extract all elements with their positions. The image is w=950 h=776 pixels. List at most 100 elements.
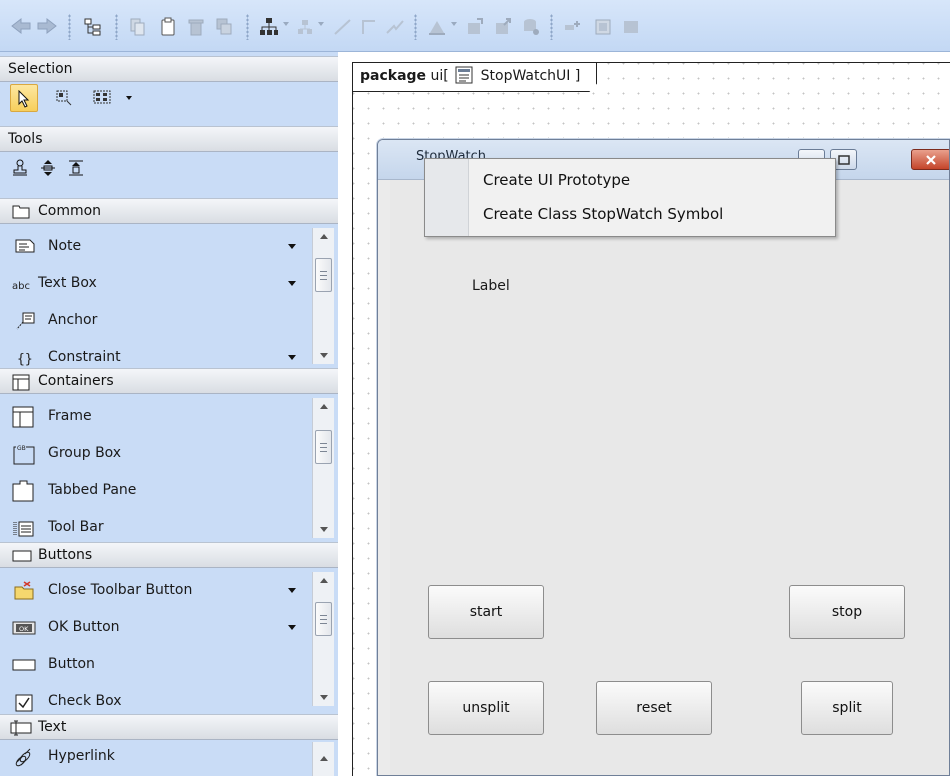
forward-arrow-icon[interactable] [34, 13, 58, 39]
scroll-up-icon[interactable] [320, 404, 328, 409]
align-top-tool[interactable] [62, 154, 90, 182]
tools-section-header[interactable]: Tools [0, 126, 338, 152]
scroll-up-icon[interactable] [320, 756, 328, 761]
marquee-select-icon [56, 90, 72, 106]
clone-icon[interactable] [212, 13, 236, 39]
palette-item-hyperlink[interactable]: Hyperlink [0, 738, 310, 775]
palette-item-label: Check Box [48, 693, 122, 709]
menu-item-create-class-symbol[interactable]: Create Class StopWatch Symbol [483, 205, 723, 223]
scroll-thumb[interactable] [315, 258, 332, 292]
common-section-header[interactable]: Common [0, 198, 338, 224]
palette-panel: Selection Tools Common Note abc Text Box… [0, 52, 338, 776]
palette-item-anchor[interactable]: Anchor [0, 302, 310, 339]
palette-item-frame[interactable]: Frame [0, 398, 310, 435]
dropdown-caret-icon[interactable] [288, 355, 296, 360]
scroll-down-icon[interactable] [320, 695, 328, 700]
toolbar-grip[interactable] [68, 14, 71, 40]
palette-item-close-toolbar-button[interactable]: Close Toolbar Button [0, 572, 310, 609]
common-scrollbar[interactable] [312, 228, 334, 364]
stamp-icon [13, 159, 27, 176]
grid-icon[interactable] [590, 13, 614, 39]
export-icon[interactable] [490, 13, 514, 39]
zigzag-line-icon[interactable] [382, 13, 406, 39]
delete-icon[interactable] [184, 13, 208, 39]
frame-icon [12, 406, 34, 428]
back-arrow-icon[interactable] [8, 13, 32, 39]
database-settings-icon[interactable] [518, 13, 542, 39]
palette-item-group-box[interactable]: GB Group Box [0, 435, 310, 472]
frame-diagram-name: StopWatchUI ] [480, 68, 581, 84]
line-icon[interactable] [330, 13, 354, 39]
palette-item-tabbed-pane[interactable]: Tabbed Pane [0, 472, 310, 509]
selection-dropdown-caret-icon[interactable] [126, 96, 132, 100]
shape-fill-icon[interactable] [424, 13, 448, 39]
check-box-icon [15, 694, 33, 712]
elbow-line-icon[interactable] [356, 13, 380, 39]
pointer-tool[interactable] [10, 84, 38, 112]
scroll-up-icon[interactable] [320, 578, 328, 583]
distribute-vertical-tool[interactable] [34, 154, 62, 182]
selection-section-header[interactable]: Selection [0, 56, 338, 82]
scroll-down-icon[interactable] [320, 353, 328, 358]
frame-name: ui[ [430, 68, 449, 84]
svg-text:{}: {} [17, 352, 33, 367]
text-section-header[interactable]: Text [0, 714, 338, 740]
dropdown-caret-icon[interactable] [283, 22, 289, 26]
palette-item-label: Frame [48, 408, 92, 424]
selection-section-title: Selection [8, 61, 73, 77]
copy-icon[interactable] [126, 13, 150, 39]
palette-item-button[interactable]: Button [0, 646, 310, 683]
scroll-thumb[interactable] [315, 430, 332, 464]
branch-icon[interactable] [292, 13, 316, 39]
reset-button[interactable]: reset [596, 681, 712, 735]
marquee-select-tool[interactable] [50, 84, 78, 112]
palette-item-label: Note [48, 238, 82, 254]
palette-item-tool-bar[interactable]: Tool Bar [0, 509, 310, 546]
buttons-section-header[interactable]: Buttons [0, 542, 338, 568]
scroll-up-icon[interactable] [320, 234, 328, 239]
palette-item-label: Group Box [48, 445, 122, 461]
dropdown-caret-icon[interactable] [288, 625, 296, 630]
common-group: Note abc Text Box Anchor {} Constraint [0, 226, 338, 368]
stop-button[interactable]: stop [789, 585, 905, 639]
containment-tree-icon[interactable] [80, 13, 104, 39]
palette-item-note[interactable]: Note [0, 228, 310, 265]
containers-scrollbar[interactable] [312, 398, 334, 538]
palette-item-ok-button[interactable]: OK OK Button [0, 609, 310, 646]
group-select-tool[interactable] [88, 84, 116, 112]
button-icon [12, 659, 36, 671]
text-scrollbar[interactable] [312, 742, 334, 776]
dropdown-caret-icon[interactable] [451, 22, 457, 26]
toolbar-grip[interactable] [414, 14, 417, 40]
text-group: Hyperlink [0, 742, 338, 776]
close-button[interactable] [911, 149, 949, 170]
dropdown-caret-icon[interactable] [288, 244, 296, 249]
toolbar-grip[interactable] [550, 14, 553, 40]
toolbar-grip[interactable] [246, 14, 249, 40]
palette-item-label: Close Toolbar Button [48, 582, 193, 598]
package-frame-tab[interactable]: package ui[ StopWatchUI ] [353, 63, 597, 92]
unsplit-button[interactable]: unsplit [428, 681, 544, 735]
paste-icon[interactable] [156, 13, 180, 39]
buttons-scrollbar[interactable] [312, 572, 334, 706]
toggle-icon[interactable] [560, 13, 584, 39]
scroll-thumb[interactable] [315, 602, 332, 636]
hierarchy-layout-icon[interactable] [256, 13, 280, 39]
menu-item-create-ui-prototype[interactable]: Create UI Prototype [483, 171, 630, 189]
import-icon[interactable] [462, 13, 486, 39]
dropdown-caret-icon[interactable] [288, 588, 296, 593]
box-icon[interactable] [618, 13, 642, 39]
dropdown-caret-icon[interactable] [318, 22, 324, 26]
start-button[interactable]: start [428, 585, 544, 639]
context-menu-gutter [425, 159, 469, 236]
containers-section-header[interactable]: Containers [0, 368, 338, 394]
pointer-arrow-icon [18, 90, 30, 108]
palette-item-label: Text Box [38, 275, 97, 291]
palette-item-text-box[interactable]: abc Text Box [0, 265, 310, 302]
toolbar-grip[interactable] [115, 14, 118, 40]
stamp-tool[interactable] [6, 154, 34, 182]
split-button[interactable]: split [801, 681, 893, 735]
scroll-down-icon[interactable] [320, 527, 328, 532]
text-field-icon [10, 720, 32, 736]
dropdown-caret-icon[interactable] [288, 281, 296, 286]
